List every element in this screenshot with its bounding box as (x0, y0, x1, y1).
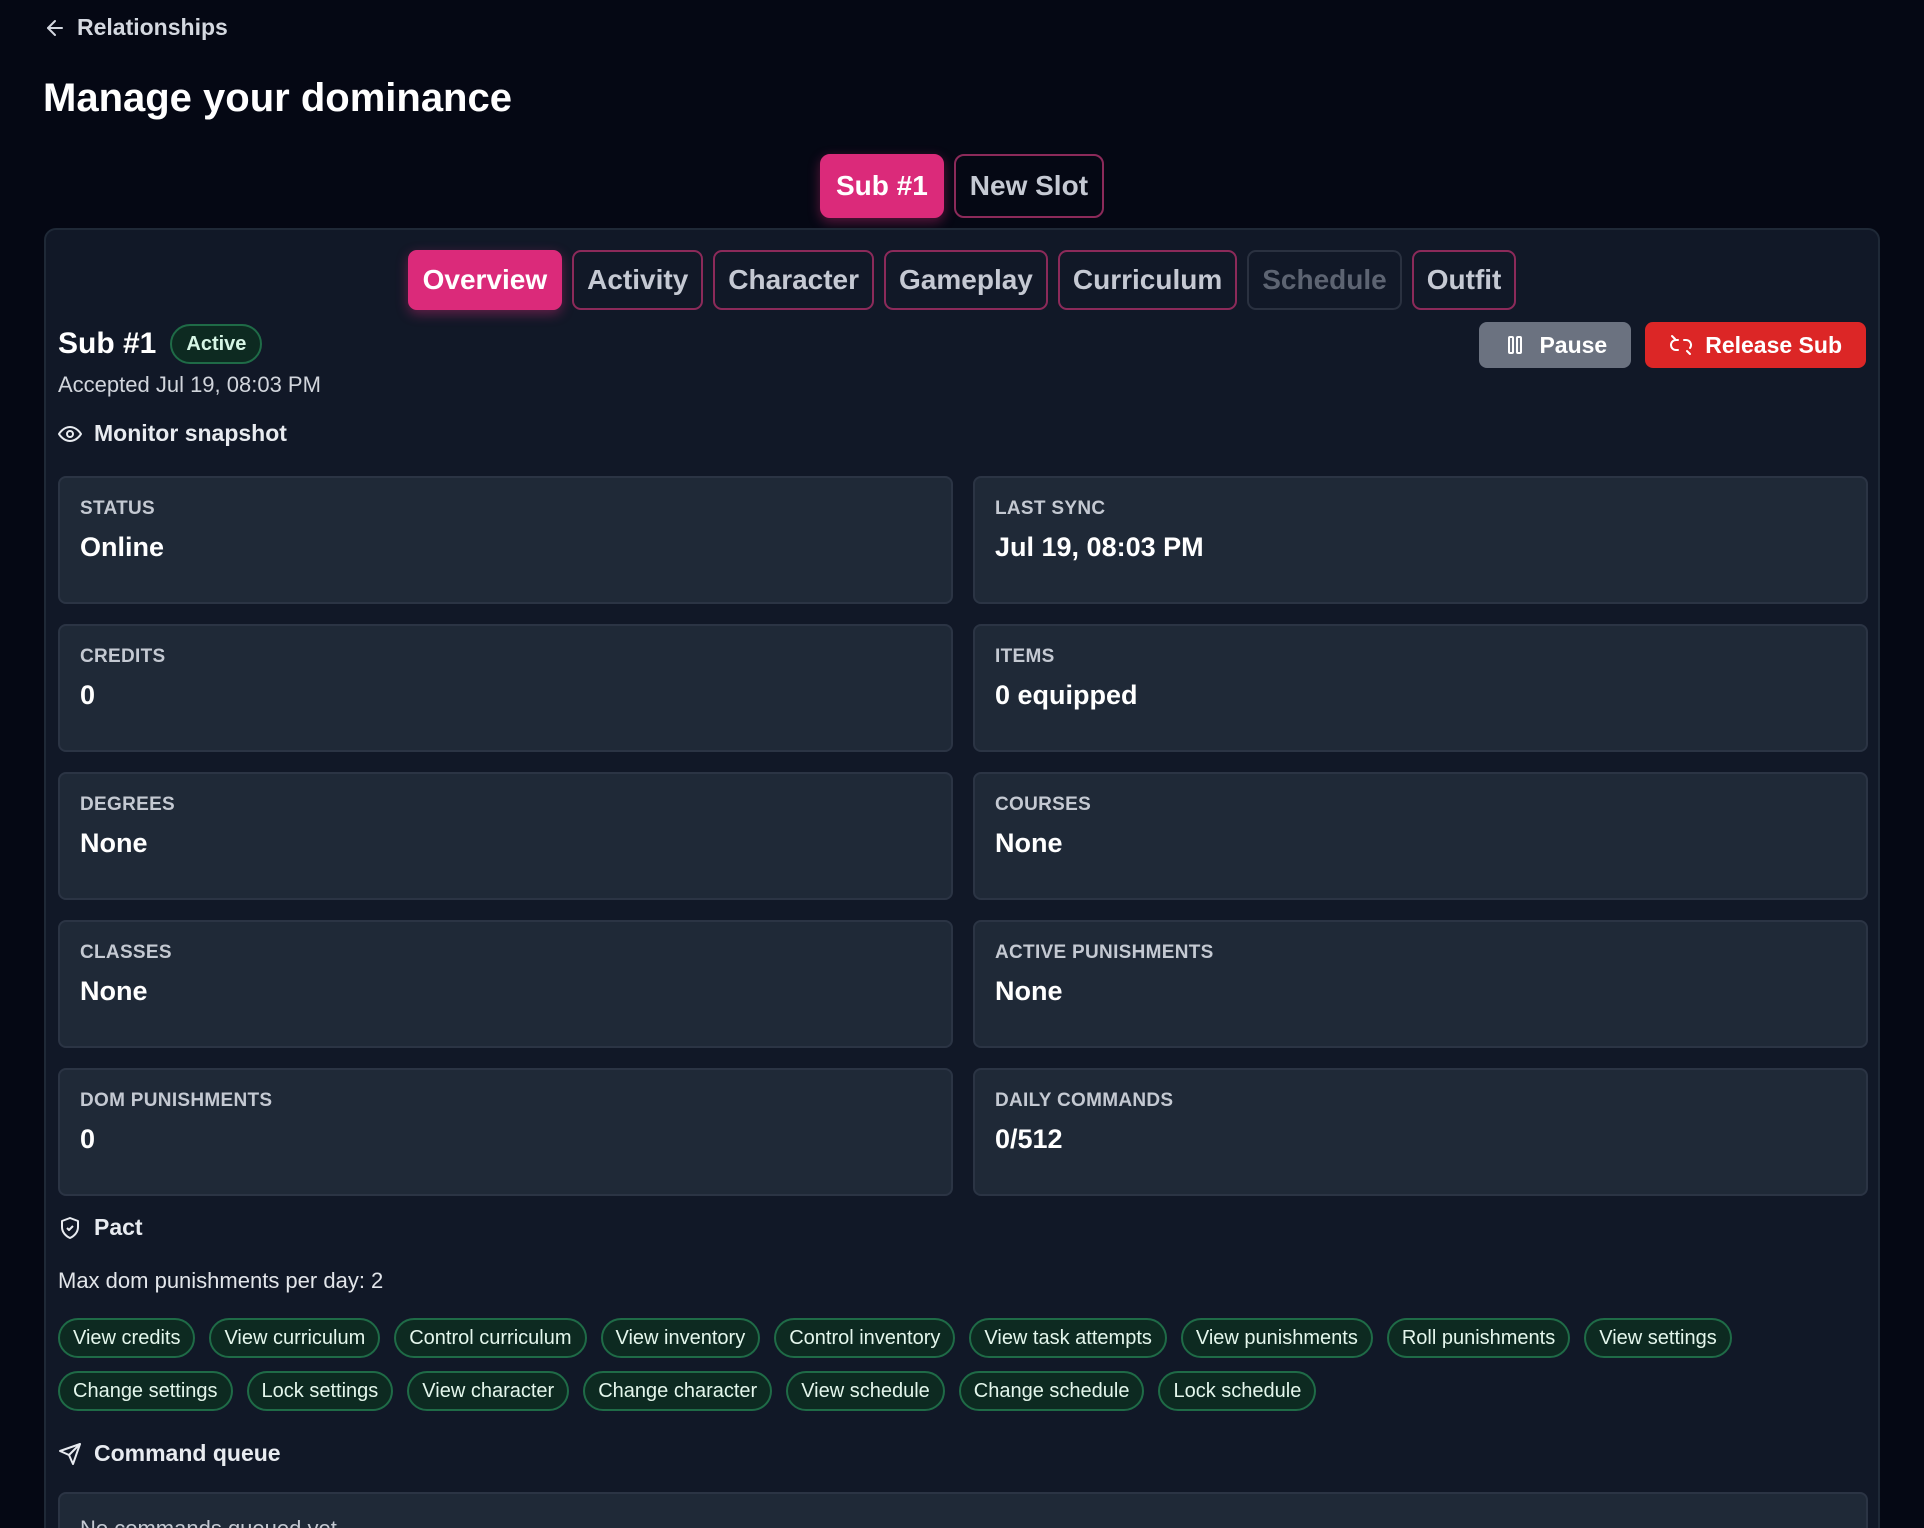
stat-label: DAILY COMMANDS (995, 1090, 1174, 1111)
stat-label: ITEMS (995, 646, 1055, 667)
permission-tag: Change schedule (958, 1371, 1145, 1411)
stat-label: STATUS (80, 498, 155, 519)
tab-outfit[interactable]: Outfit (1411, 250, 1517, 310)
permission-tag: Control inventory (774, 1318, 956, 1358)
stat-value: Jul 19, 08:03 PM (995, 532, 1204, 562)
slot-tab-sub-1[interactable]: Sub #1 (819, 154, 944, 218)
release-sub-button[interactable]: Release Sub (1645, 322, 1866, 368)
tab-curriculum[interactable]: Curriculum (1057, 250, 1238, 310)
sub-tabs: Overview Activity Character Gameplay Cur… (46, 250, 1878, 310)
status-badge: Active (170, 324, 263, 364)
arrow-left-icon (47, 19, 63, 36)
slot-tabs: Sub #1 New Slot (0, 154, 1924, 218)
stat-card-active-punishments: ACTIVE PUNISHMENTS None (973, 920, 1868, 1048)
pause-icon (1508, 336, 1523, 354)
stat-value: 0 equipped (995, 680, 1138, 710)
stat-value: None (995, 828, 1063, 858)
tab-character[interactable]: Character (713, 250, 875, 310)
stat-card-items: ITEMS 0 equipped (973, 624, 1868, 752)
stat-label: COURSES (995, 794, 1092, 815)
pause-button[interactable]: Pause (1479, 322, 1632, 368)
permission-tag: View task attempts (969, 1318, 1167, 1358)
stat-grid: STATUS Online LAST SYNC Jul 19, 08:03 PM… (58, 476, 1868, 1196)
stat-value: 0 (80, 680, 96, 710)
stat-value: 0/512 (995, 1124, 1063, 1154)
pact-heading-label: Pact (94, 1214, 143, 1240)
page: Relationships Manage your dominance Sub … (0, 0, 1924, 1528)
shield-check-icon (61, 1216, 79, 1239)
monitor-heading: Monitor snapshot (58, 420, 287, 447)
eye-icon (58, 425, 82, 442)
pact-max-text: Max dom punishments per day: 2 (58, 1268, 384, 1293)
monitor-heading-label: Monitor snapshot (94, 420, 287, 446)
page-title: Manage your dominance (43, 76, 512, 120)
unlink-icon (1670, 335, 1693, 355)
stat-card-degrees: DEGREES None (58, 772, 953, 900)
stat-card-daily-commands: DAILY COMMANDS 0/512 (973, 1068, 1868, 1196)
permission-tag: View schedule (786, 1371, 945, 1411)
permission-tag: View curriculum (209, 1318, 381, 1358)
stat-card-last-sync: LAST SYNC Jul 19, 08:03 PM (973, 476, 1868, 604)
sub-name-row: Sub #1 Active (58, 324, 321, 364)
stat-label: LAST SYNC (995, 498, 1106, 519)
permission-tag: Change character (583, 1371, 773, 1411)
permission-tag: Control curriculum (394, 1318, 587, 1358)
permission-tag: View credits (58, 1318, 196, 1358)
permission-tag: View inventory (600, 1318, 761, 1358)
stat-label: CLASSES (80, 942, 172, 963)
stat-label: DOM PUNISHMENTS (80, 1090, 273, 1111)
command-queue-heading-label: Command queue (94, 1440, 281, 1466)
back-link[interactable]: Relationships (43, 14, 228, 41)
pause-button-label: Pause (1539, 331, 1608, 358)
permission-tag: View character (407, 1371, 570, 1411)
tab-gameplay[interactable]: Gameplay (884, 250, 1048, 310)
command-queue-empty: No commands queued yet. (58, 1492, 1868, 1528)
stat-label: CREDITS (80, 646, 166, 667)
stat-card-dom-punishments: DOM PUNISHMENTS 0 (58, 1068, 953, 1196)
release-sub-button-label: Release Sub (1705, 331, 1842, 358)
sub-header: Sub #1 Active Accepted Jul 19, 08:03 PM (58, 324, 321, 398)
stat-value: 0 (80, 1124, 96, 1154)
stat-value: Online (80, 532, 165, 562)
pact-heading: Pact (58, 1214, 143, 1241)
command-queue-heading: Command queue (58, 1440, 281, 1467)
stat-value: None (995, 976, 1063, 1006)
tab-schedule: Schedule (1247, 250, 1402, 310)
permission-tags: View credits View curriculum Control cur… (58, 1318, 1868, 1411)
back-link-label: Relationships (77, 14, 228, 40)
header-actions: Pause Release Sub (1479, 322, 1866, 368)
stat-value: None (80, 828, 148, 858)
stat-card-classes: CLASSES None (58, 920, 953, 1048)
stat-card-status: STATUS Online (58, 476, 953, 604)
stat-label: ACTIVE PUNISHMENTS (995, 942, 1214, 963)
stat-label: DEGREES (80, 794, 176, 815)
stat-card-credits: CREDITS 0 (58, 624, 953, 752)
sub-panel: Overview Activity Character Gameplay Cur… (44, 228, 1880, 1528)
stat-value: None (80, 976, 148, 1006)
accepted-date: Accepted Jul 19, 08:03 PM (58, 372, 321, 397)
permission-tag: View settings (1584, 1318, 1732, 1358)
permission-tag: Lock schedule (1158, 1371, 1317, 1411)
permission-tag: Roll punishments (1386, 1318, 1571, 1358)
permission-tag: View punishments (1180, 1318, 1373, 1358)
tab-activity[interactable]: Activity (572, 250, 704, 310)
slot-tab-new-slot[interactable]: New Slot (953, 154, 1105, 218)
tab-overview[interactable]: Overview (407, 250, 563, 310)
send-icon (59, 1442, 81, 1465)
permission-tag: Change settings (58, 1371, 233, 1411)
stat-card-courses: COURSES None (973, 772, 1868, 900)
sub-name: Sub #1 (58, 327, 157, 360)
permission-tag: Lock settings (246, 1371, 394, 1411)
